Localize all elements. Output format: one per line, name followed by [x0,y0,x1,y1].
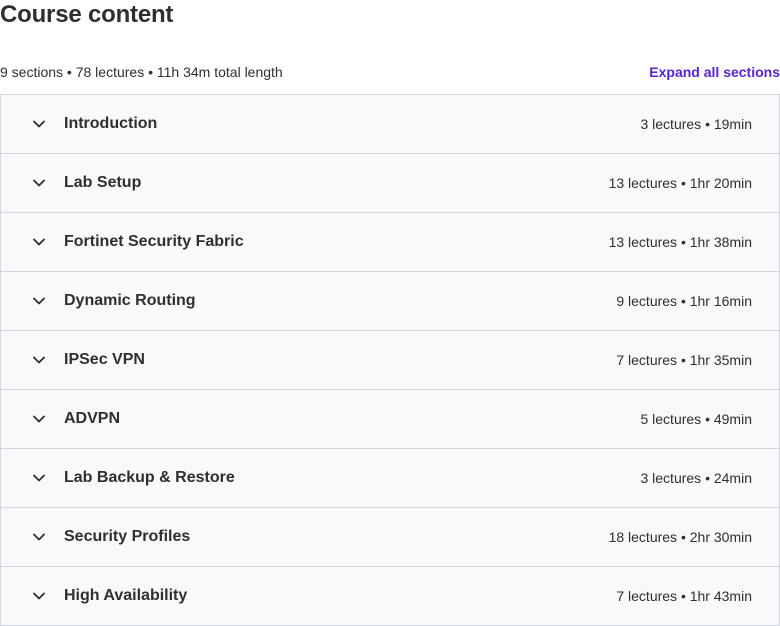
section-meta: 13 lectures • 1hr 38min [608,234,752,250]
section-meta: 13 lectures • 1hr 20min [608,175,752,191]
section-meta: 5 lectures • 49min [640,411,752,427]
page-title: Course content [0,1,174,28]
course-summary: 9 sections • 78 lectures • 11h 34m total… [0,64,283,80]
chevron-down-icon [32,117,46,131]
section-title: Dynamic Routing [64,292,196,309]
section-list: Introduction 3 lectures • 19min Lab Setu… [0,94,780,626]
section-title: Lab Backup & Restore [64,469,235,486]
section-row[interactable]: Lab Backup & Restore 3 lectures • 24min [1,449,779,508]
chevron-down-icon [32,294,46,308]
chevron-down-icon [32,412,46,426]
chevron-down-icon [32,530,46,544]
chevron-down-icon [32,176,46,190]
section-title: ADVPN [64,410,121,427]
section-meta: 9 lectures • 1hr 16min [616,293,752,309]
section-title: High Availability [64,587,188,604]
section-row[interactable]: IPSec VPN 7 lectures • 1hr 35min [1,331,779,390]
section-meta: 18 lectures • 2hr 30min [608,529,752,545]
section-row[interactable]: High Availability 7 lectures • 1hr 43min [1,567,779,626]
chevron-down-icon [32,471,46,485]
course-summary-row: 9 sections • 78 lectures • 11h 34m total… [0,60,780,84]
chevron-down-icon [32,589,46,603]
section-row[interactable]: Security Profiles 18 lectures • 2hr 30mi… [1,508,779,567]
section-title: Introduction [64,115,158,132]
section-row[interactable]: Fortinet Security Fabric 13 lectures • 1… [1,213,779,272]
section-title: IPSec VPN [64,351,145,368]
section-row[interactable]: ADVPN 5 lectures • 49min [1,390,779,449]
section-title: Security Profiles [64,528,191,545]
expand-all-sections-button[interactable]: Expand all sections [649,64,780,80]
section-row[interactable]: Lab Setup 13 lectures • 1hr 20min [1,154,779,213]
section-title: Lab Setup [64,174,142,191]
chevron-down-icon [32,353,46,367]
section-title: Fortinet Security Fabric [64,233,244,250]
section-meta: 7 lectures • 1hr 43min [616,588,752,604]
section-row[interactable]: Introduction 3 lectures • 19min [1,95,779,154]
section-meta: 3 lectures • 19min [640,116,752,132]
section-meta: 7 lectures • 1hr 35min [616,352,752,368]
section-row[interactable]: Dynamic Routing 9 lectures • 1hr 16min [1,272,779,331]
chevron-down-icon [32,235,46,249]
section-meta: 3 lectures • 24min [640,470,752,486]
